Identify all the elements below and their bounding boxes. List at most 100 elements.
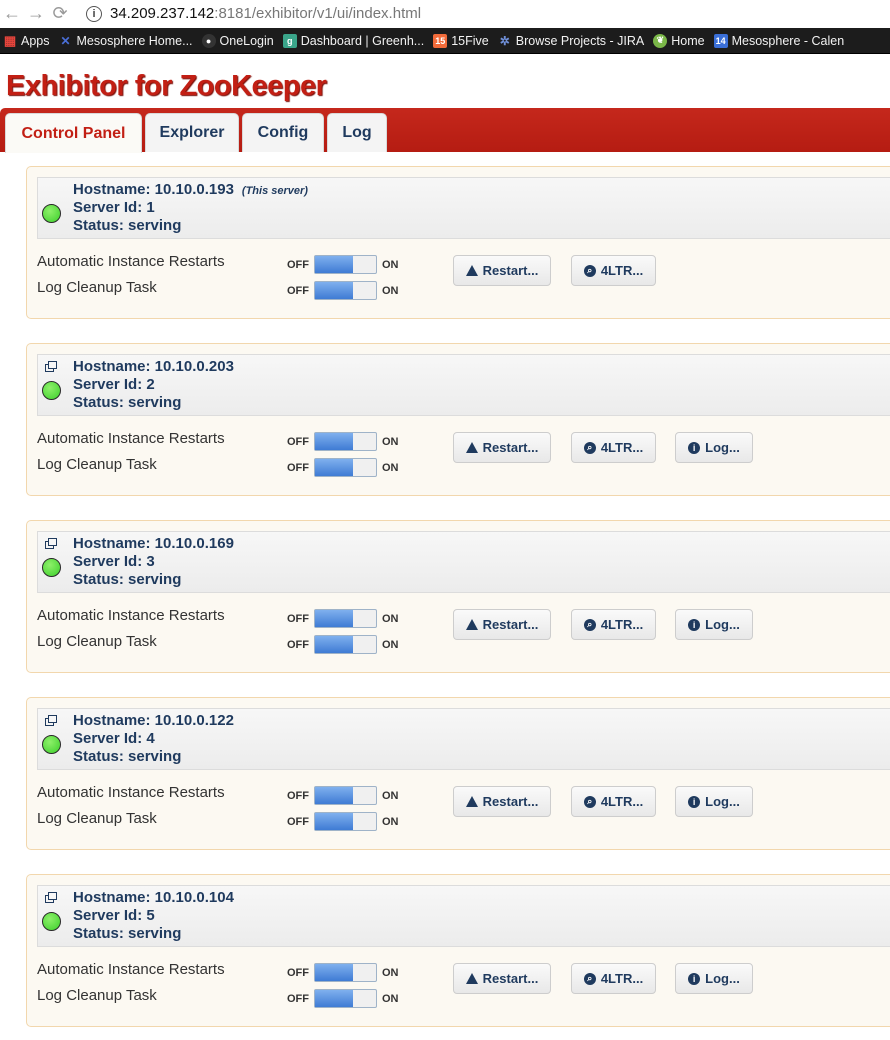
site-info-icon[interactable]: i bbox=[86, 5, 102, 22]
server-header: Hostname: 10.10.0.203 Server Id: 2 Statu… bbox=[37, 354, 890, 416]
auto-restarts-toggle[interactable]: OFF ON bbox=[287, 255, 407, 275]
restart-button[interactable]: Restart... bbox=[453, 609, 551, 640]
bookmark-apps[interactable]: ▦ Apps bbox=[3, 32, 50, 48]
server-status: Status: serving bbox=[73, 571, 182, 588]
open-window-icon[interactable] bbox=[45, 538, 57, 549]
warning-icon bbox=[465, 265, 478, 276]
log-cleanup-label: Log Cleanup Task bbox=[37, 810, 157, 827]
calendar-icon: 14 bbox=[713, 33, 728, 48]
bookmark-calendar[interactable]: 14 Mesosphere - Calen bbox=[713, 33, 844, 48]
auto-restarts-label: Automatic Instance Restarts bbox=[37, 784, 225, 801]
jira-icon: ✲ bbox=[499, 33, 510, 48]
log-cleanup-toggle[interactable]: OFF ON bbox=[287, 989, 407, 1009]
server-id: Server Id: 2 bbox=[73, 376, 155, 393]
search-icon: ⌕ bbox=[583, 972, 596, 985]
server-panel: Hostname: 10.10.0.104 Server Id: 5 Statu… bbox=[26, 874, 890, 1027]
open-window-icon[interactable] bbox=[45, 715, 57, 726]
fifteen-five-icon: 15 bbox=[433, 33, 448, 48]
info-icon: i bbox=[688, 441, 701, 454]
four-letter-button[interactable]: ⌕ 4LTR... bbox=[571, 786, 656, 817]
info-icon: i bbox=[688, 795, 701, 808]
auto-restarts-label: Automatic Instance Restarts bbox=[37, 961, 225, 978]
server-status: Status: serving bbox=[73, 394, 182, 411]
auto-restarts-label: Automatic Instance Restarts bbox=[37, 253, 225, 270]
this-server-note: (This server) bbox=[241, 185, 308, 197]
bookmark-mesosphere-home[interactable]: ✕ Mesosphere Home... bbox=[59, 33, 192, 48]
server-header: Hostname: 10.10.0.104 Server Id: 5 Statu… bbox=[37, 885, 890, 947]
log-cleanup-toggle[interactable]: OFF ON bbox=[287, 281, 407, 301]
server-id: Server Id: 1 bbox=[73, 199, 155, 216]
server-hostname: Hostname: 10.10.0.104 bbox=[73, 889, 234, 906]
server-panel: Hostname: 10.10.0.122 Server Id: 4 Statu… bbox=[26, 697, 890, 850]
restart-button[interactable]: Restart... bbox=[453, 432, 551, 463]
warning-icon bbox=[465, 973, 478, 984]
restart-button[interactable]: Restart... bbox=[453, 963, 551, 994]
log-button[interactable]: i Log... bbox=[675, 432, 753, 463]
server-status: Status: serving bbox=[73, 925, 182, 942]
bookmark-onelogin[interactable]: ● OneLogin bbox=[201, 33, 274, 48]
mesosphere-icon: ✕ bbox=[60, 33, 71, 48]
restart-button[interactable]: Restart... bbox=[453, 786, 551, 817]
server-header: Hostname: 10.10.0.193 (This server) Serve… bbox=[37, 177, 890, 239]
server-hostname: Hostname: 10.10.0.122 bbox=[73, 712, 234, 729]
server-hostname: Hostname: 10.10.0.203 bbox=[73, 358, 234, 375]
log-cleanup-toggle[interactable]: OFF ON bbox=[287, 812, 407, 832]
status-online-icon bbox=[42, 558, 61, 577]
open-window-icon[interactable] bbox=[45, 892, 57, 903]
auto-restarts-toggle[interactable]: OFF ON bbox=[287, 609, 407, 629]
status-online-icon bbox=[42, 912, 61, 931]
warning-icon bbox=[465, 796, 478, 807]
warning-icon bbox=[465, 442, 478, 453]
restart-button[interactable]: Restart... bbox=[453, 255, 551, 286]
four-letter-button[interactable]: ⌕ 4LTR... bbox=[571, 432, 656, 463]
search-icon: ⌕ bbox=[583, 441, 596, 454]
search-icon: ⌕ bbox=[583, 264, 596, 277]
app-title: Exhibitor for ZooKeeper bbox=[6, 70, 327, 102]
tab-explorer[interactable]: Explorer bbox=[145, 113, 239, 152]
server-id: Server Id: 4 bbox=[73, 730, 155, 747]
status-online-icon bbox=[42, 204, 61, 223]
reload-icon[interactable]: ⟳ bbox=[48, 3, 72, 24]
bookmark-jira[interactable]: ✲ Browse Projects - JIRA bbox=[498, 34, 645, 48]
bookmark-greenhouse[interactable]: g Dashboard | Greenh... bbox=[282, 33, 424, 48]
server-header: Hostname: 10.10.0.122 Server Id: 4 Statu… bbox=[37, 708, 890, 770]
log-cleanup-toggle[interactable]: OFF ON bbox=[287, 458, 407, 478]
open-window-icon[interactable] bbox=[45, 361, 57, 372]
url-text[interactable]: 34.209.237.142:8181/exhibitor/v1/ui/inde… bbox=[110, 5, 421, 22]
auto-restarts-toggle[interactable]: OFF ON bbox=[287, 432, 407, 452]
tab-log[interactable]: Log bbox=[327, 113, 387, 152]
log-cleanup-label: Log Cleanup Task bbox=[37, 987, 157, 1004]
back-arrow-icon[interactable]: ← bbox=[0, 3, 24, 24]
server-panel: Hostname: 10.10.0.203 Server Id: 2 Statu… bbox=[26, 343, 890, 496]
bookmark-home[interactable]: ❦ Home bbox=[653, 33, 705, 48]
server-hostname: Hostname: 10.10.0.169 bbox=[73, 535, 234, 552]
search-icon: ⌕ bbox=[583, 795, 596, 808]
auto-restarts-toggle[interactable]: OFF ON bbox=[287, 963, 407, 983]
auto-restarts-toggle[interactable]: OFF ON bbox=[287, 786, 407, 806]
log-button[interactable]: i Log... bbox=[675, 963, 753, 994]
log-button[interactable]: i Log... bbox=[675, 786, 753, 817]
four-letter-button[interactable]: ⌕ 4LTR... bbox=[571, 963, 656, 994]
forward-arrow-icon[interactable]: → bbox=[24, 3, 48, 24]
tab-control-panel[interactable]: Control Panel bbox=[5, 113, 142, 153]
four-letter-button[interactable]: ⌕ 4LTR... bbox=[571, 255, 656, 286]
log-cleanup-label: Log Cleanup Task bbox=[37, 633, 157, 650]
log-cleanup-label: Log Cleanup Task bbox=[37, 279, 157, 296]
bookmark-15five[interactable]: 15 15Five bbox=[433, 33, 489, 48]
apps-grid-icon: ▦ bbox=[3, 32, 17, 48]
greenhouse-icon: g bbox=[282, 33, 297, 48]
log-button[interactable]: i Log... bbox=[675, 609, 753, 640]
server-status: Status: serving bbox=[73, 217, 182, 234]
four-letter-button[interactable]: ⌕ 4LTR... bbox=[571, 609, 656, 640]
auto-restarts-label: Automatic Instance Restarts bbox=[37, 607, 225, 624]
tab-bar: Control Panel Explorer Config Log bbox=[0, 108, 890, 153]
tab-config[interactable]: Config bbox=[242, 113, 324, 152]
auto-restarts-label: Automatic Instance Restarts bbox=[37, 430, 225, 447]
server-hostname: Hostname: 10.10.0.193 (This server) bbox=[73, 181, 308, 198]
status-online-icon bbox=[42, 381, 61, 400]
bookmarks-bar: ▦ Apps ✕ Mesosphere Home... ● OneLogin g… bbox=[0, 28, 890, 54]
log-cleanup-toggle[interactable]: OFF ON bbox=[287, 635, 407, 655]
server-panel: Hostname: 10.10.0.169 Server Id: 3 Statu… bbox=[26, 520, 890, 673]
server-status: Status: serving bbox=[73, 748, 182, 765]
home-leaf-icon: ❦ bbox=[653, 33, 668, 48]
